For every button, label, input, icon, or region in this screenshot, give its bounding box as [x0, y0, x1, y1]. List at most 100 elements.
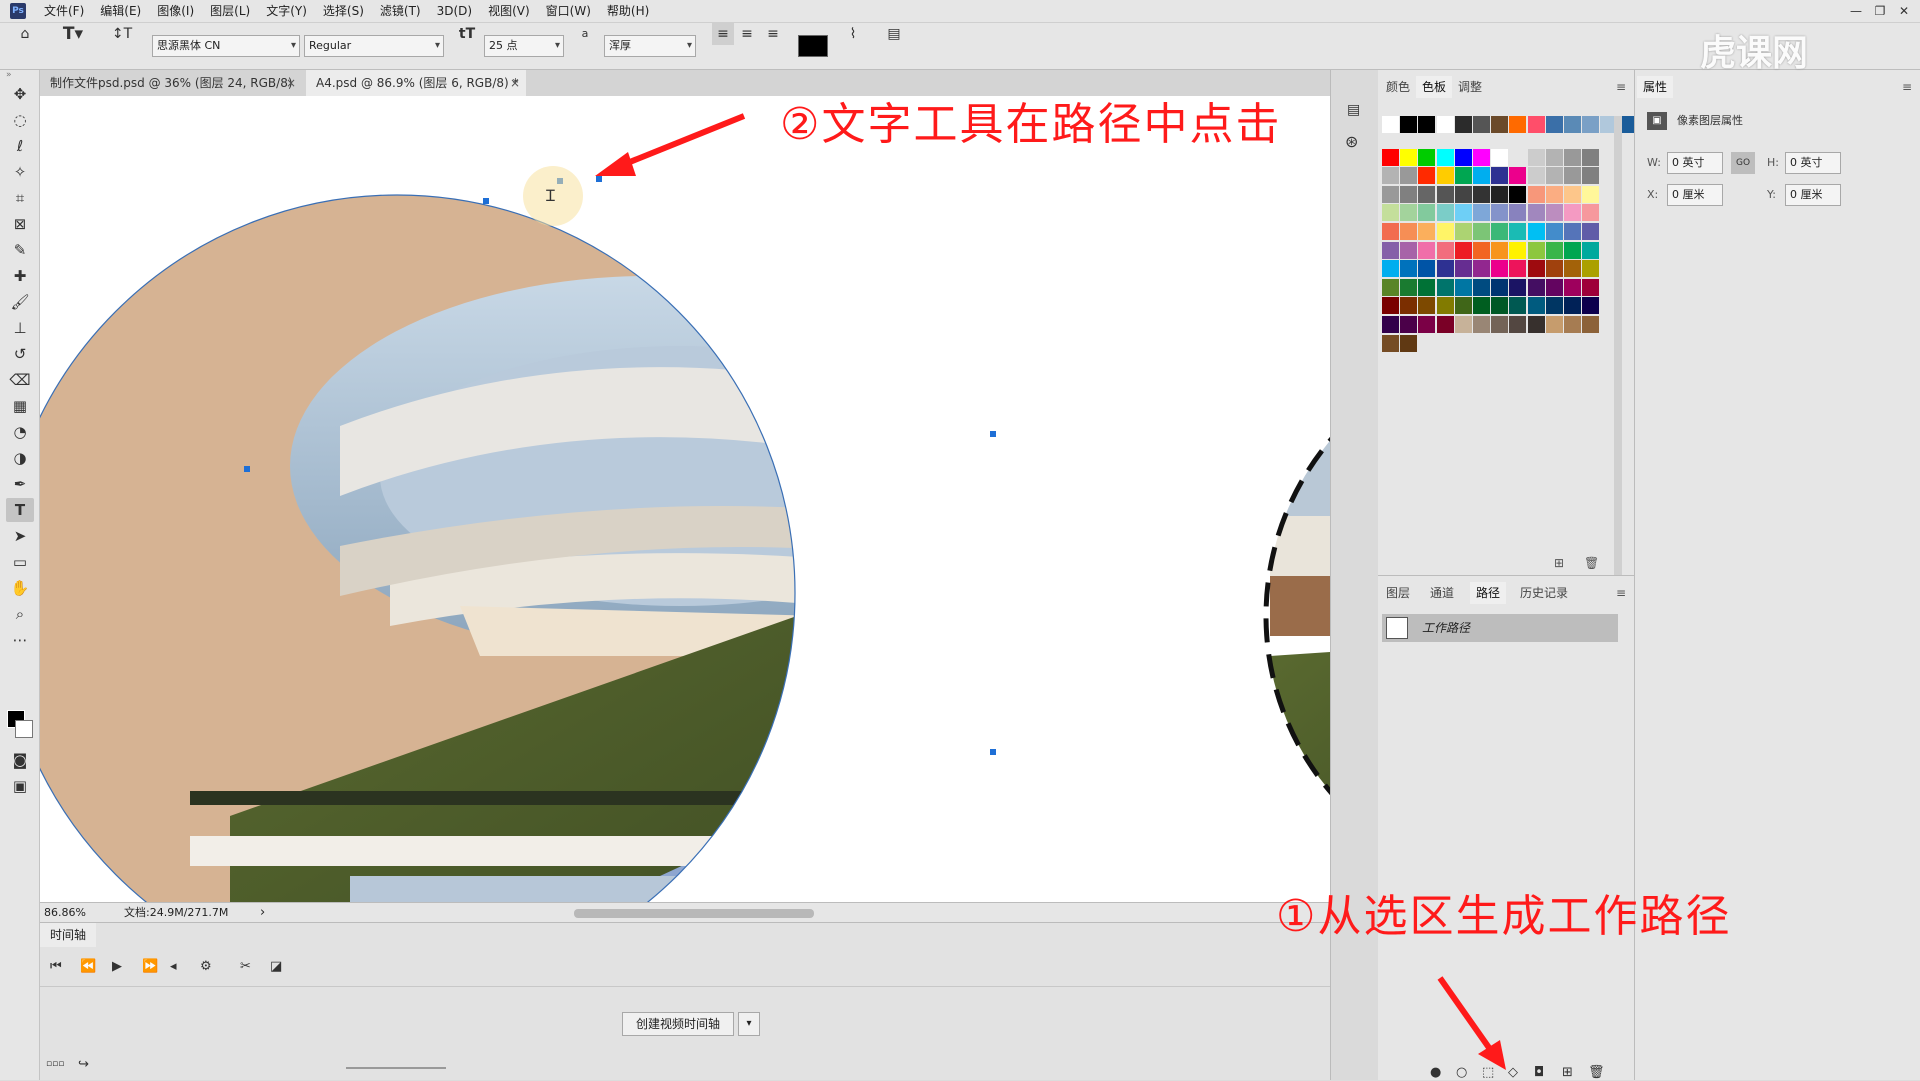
swatch[interactable] — [1454, 116, 1472, 133]
tab-properties[interactable]: 属性 — [1637, 76, 1674, 98]
swatch[interactable] — [1418, 297, 1436, 315]
swatch[interactable] — [1400, 116, 1418, 133]
swatch[interactable] — [1436, 167, 1454, 185]
elliptical-marquee-icon[interactable]: ◌ — [6, 108, 34, 132]
swatch[interactable] — [1382, 316, 1399, 333]
menu-item-4[interactable]: 文字(Y) — [258, 0, 315, 22]
gradient-tool-icon[interactable]: ▦ — [6, 394, 34, 418]
pen-tool-icon[interactable]: ✒ — [6, 472, 34, 496]
menu-item-10[interactable]: 帮助(H) — [599, 0, 657, 22]
swatch[interactable] — [1382, 334, 1399, 352]
swatch[interactable] — [1382, 167, 1399, 185]
swatch[interactable] — [1527, 223, 1545, 240]
swatch[interactable] — [1418, 148, 1436, 166]
swatch[interactable] — [1436, 260, 1454, 278]
swatch[interactable] — [1509, 148, 1527, 166]
stamp-tool-icon[interactable]: ⊥ — [6, 316, 34, 340]
swatch[interactable] — [1582, 204, 1600, 222]
dodge-tool-icon[interactable]: ◑ — [6, 446, 34, 470]
swatch[interactable] — [1418, 278, 1436, 296]
swatch[interactable] — [1473, 241, 1490, 259]
tab-document-2[interactable]: A4.psd @ 86.9% (图层 6, RGB/8) * × — [306, 70, 526, 96]
brush-tool-icon[interactable]: 🖌 — [6, 290, 34, 314]
swatch[interactable] — [1400, 316, 1418, 333]
delete-swatch-icon[interactable]: 🗑 — [1584, 556, 1599, 570]
swatch[interactable] — [1400, 185, 1418, 203]
swatch[interactable] — [1418, 223, 1436, 240]
swatch[interactable] — [1545, 223, 1563, 240]
transition-icon[interactable]: ◪ — [270, 959, 282, 974]
swatch[interactable] — [1382, 260, 1399, 278]
swatch[interactable] — [1545, 204, 1563, 222]
hand-tool-icon[interactable]: ✋ — [6, 576, 34, 600]
more-tools-icon[interactable]: ⋯ — [6, 628, 34, 652]
swatch[interactable] — [1527, 185, 1545, 203]
swatch[interactable] — [1454, 260, 1472, 278]
swatch[interactable] — [1491, 223, 1509, 240]
magic-wand-icon[interactable]: ✧ — [6, 160, 34, 184]
swatch[interactable] — [1582, 316, 1600, 333]
menu-item-3[interactable]: 图层(L) — [202, 0, 258, 22]
swatch[interactable] — [1436, 278, 1454, 296]
swatch[interactable] — [1564, 260, 1581, 278]
swatch[interactable] — [1473, 116, 1490, 133]
swatch[interactable] — [1545, 316, 1563, 333]
swatch[interactable] — [1491, 167, 1509, 185]
font-family-select[interactable]: 思源黑体 CN ▾ — [152, 35, 300, 57]
swatch[interactable] — [1491, 204, 1509, 222]
swatch[interactable] — [1564, 316, 1581, 333]
move-tool-icon[interactable]: ✥ — [6, 82, 34, 106]
new-swatch-icon[interactable]: ⊞ — [1554, 556, 1564, 570]
swatch[interactable] — [1473, 148, 1490, 166]
swatch[interactable] — [1509, 241, 1527, 259]
swatch[interactable] — [1436, 223, 1454, 240]
swatch[interactable] — [1473, 278, 1490, 296]
horizontal-scrollbar[interactable] — [574, 909, 814, 918]
swatch[interactable] — [1436, 148, 1454, 166]
swatch[interactable] — [1454, 148, 1472, 166]
swatch[interactable] — [1545, 278, 1563, 296]
swatch[interactable] — [1418, 260, 1436, 278]
swatch[interactable] — [1436, 116, 1454, 133]
eraser-tool-icon[interactable]: ⌫ — [6, 368, 34, 392]
swatch[interactable] — [1509, 260, 1527, 278]
swatch[interactable] — [1491, 185, 1509, 203]
convert-arrow-icon[interactable]: ↪ — [78, 1057, 89, 1072]
swatch[interactable] — [1454, 223, 1472, 240]
swatch[interactable] — [1418, 316, 1436, 333]
swatch[interactable] — [1382, 116, 1399, 133]
swatch[interactable] — [1545, 167, 1563, 185]
new-path-icon[interactable]: ⊞ — [1562, 1065, 1573, 1080]
history-brush-icon[interactable]: ↺ — [6, 342, 34, 366]
swatch[interactable] — [1564, 241, 1581, 259]
swatch[interactable] — [1473, 185, 1490, 203]
swatch[interactable] — [1382, 148, 1399, 166]
swatch[interactable] — [1473, 167, 1490, 185]
swatch[interactable] — [1400, 334, 1418, 352]
align-left-icon[interactable]: ≡ — [712, 23, 734, 45]
swatch[interactable] — [1418, 167, 1436, 185]
close-tab-icon[interactable]: × — [510, 70, 520, 96]
swatch[interactable] — [1491, 148, 1509, 166]
swatch[interactable] — [1454, 185, 1472, 203]
swatch[interactable] — [1436, 297, 1454, 315]
swatch[interactable] — [1382, 204, 1399, 222]
eyedropper-icon[interactable]: ✎ — [6, 238, 34, 262]
close-icon[interactable]: ✕ — [1892, 0, 1916, 22]
swatch[interactable] — [1436, 316, 1454, 333]
swatch[interactable] — [1527, 167, 1545, 185]
healing-brush-icon[interactable]: ✚ — [6, 264, 34, 288]
swatch[interactable] — [1418, 204, 1436, 222]
swatch[interactable] — [1527, 241, 1545, 259]
audio-icon[interactable]: ◂ — [170, 959, 177, 974]
document-canvas[interactable]: Ɪ — [40, 96, 1330, 902]
swatch[interactable] — [1509, 204, 1527, 222]
swatch[interactable] — [1582, 148, 1600, 166]
swatch[interactable] — [1491, 116, 1509, 133]
character-panel-icon[interactable]: ▤ — [882, 23, 906, 45]
swatch[interactable] — [1491, 260, 1509, 278]
swatch[interactable] — [1509, 278, 1527, 296]
crop-tool-icon[interactable]: ⌗ — [6, 186, 34, 210]
swatch[interactable] — [1582, 241, 1600, 259]
swatch[interactable] — [1454, 167, 1472, 185]
